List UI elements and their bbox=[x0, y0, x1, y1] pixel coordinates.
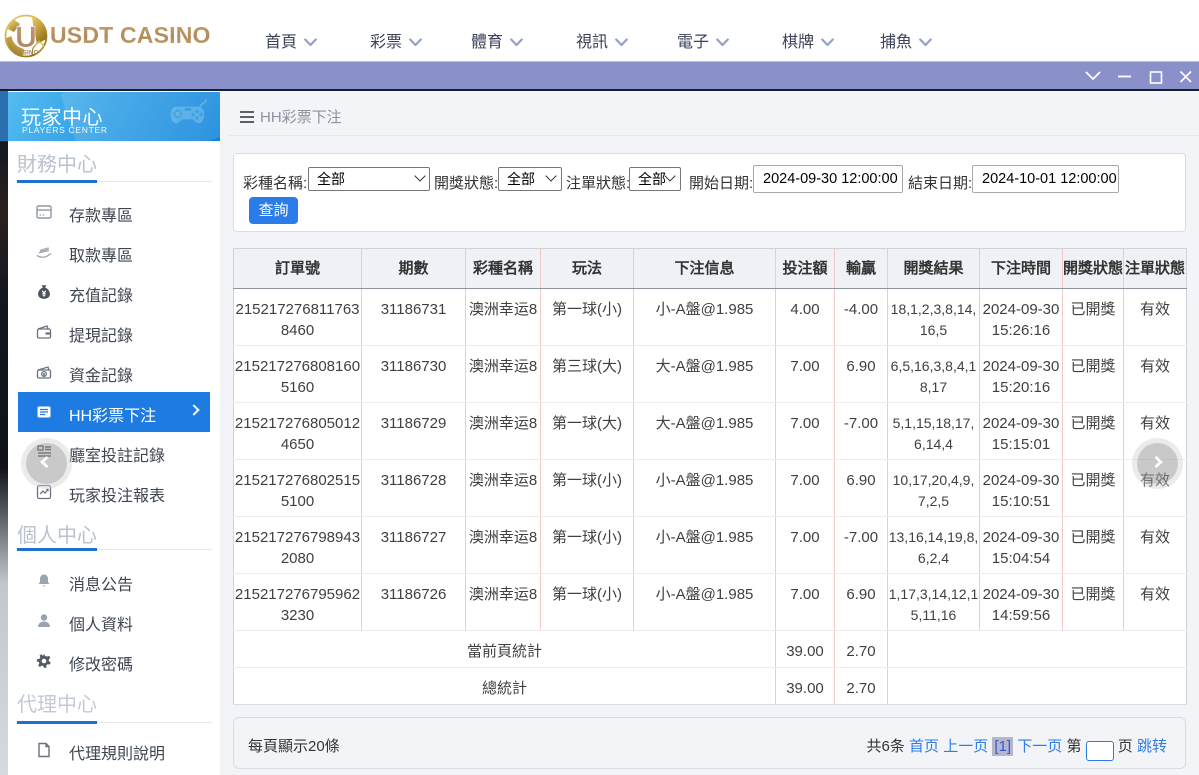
svg-text:CASINO: CASINO bbox=[13, 51, 38, 57]
svg-text:U: U bbox=[15, 21, 37, 54]
